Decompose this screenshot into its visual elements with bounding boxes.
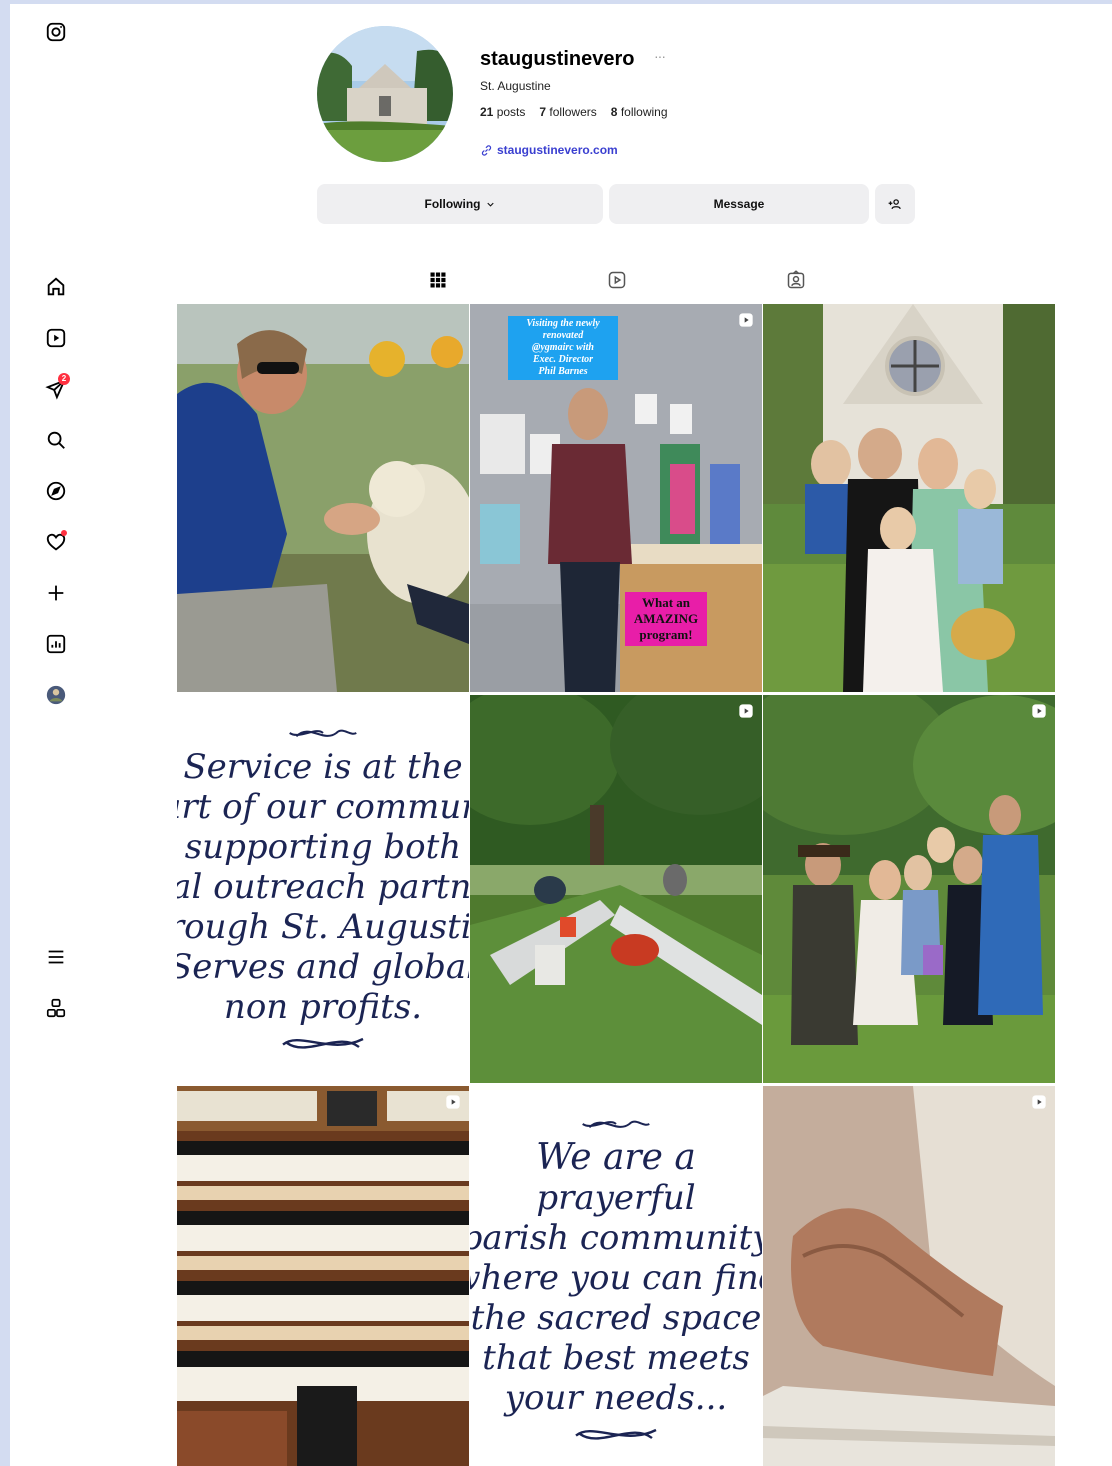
instagram-logo-icon[interactable] xyxy=(43,19,69,45)
profile-picture[interactable] xyxy=(317,26,453,162)
post-text-line: supporting both xyxy=(184,827,462,867)
post-tile[interactable] xyxy=(470,695,762,1083)
post-text-line: the sacred space xyxy=(470,1298,762,1338)
post-caption-overlay: What an AMAZING program! xyxy=(625,592,707,646)
post-text-line: local outreach partners xyxy=(177,867,469,907)
post-text-line: Service is at the xyxy=(183,747,463,787)
post-text-line: parish community xyxy=(470,1218,762,1258)
options-icon[interactable]: ··· xyxy=(654,48,666,64)
reel-icon xyxy=(1032,704,1046,718)
post-text-line: We are a xyxy=(536,1137,696,1178)
notifications-icon[interactable] xyxy=(43,529,69,555)
following-stat[interactable]: 8 following xyxy=(611,105,668,119)
post-image xyxy=(763,1086,1055,1466)
profile-avatar-icon[interactable] xyxy=(43,682,69,708)
post-tile[interactable]: Service is at the heart of our community… xyxy=(177,695,469,1083)
post-text-line: your needs... xyxy=(504,1378,728,1418)
reel-icon xyxy=(1032,1095,1046,1109)
messages-badge: 2 xyxy=(58,373,70,385)
post-tile[interactable] xyxy=(763,304,1055,692)
reel-icon xyxy=(446,1095,460,1109)
posts-grid-icon xyxy=(430,272,446,288)
tab-reels[interactable] xyxy=(587,270,647,306)
sidebar-nav: 2 xyxy=(10,4,106,1466)
create-icon[interactable] xyxy=(43,580,69,606)
post-tile[interactable] xyxy=(763,1086,1055,1466)
explore-icon[interactable] xyxy=(43,478,69,504)
chevron-down-icon xyxy=(486,202,494,207)
reels-tab-icon xyxy=(608,271,626,289)
post-text-line: that best meets xyxy=(482,1338,750,1378)
post-text-line: where you can find xyxy=(470,1258,762,1298)
suggest-people-button[interactable] xyxy=(875,184,915,224)
post-image xyxy=(763,304,1055,692)
tagged-tab-icon xyxy=(787,270,805,289)
post-tile[interactable] xyxy=(763,695,1055,1083)
search-icon[interactable] xyxy=(43,427,69,453)
browser-page: 2 staugustinevero ··· St. Augustine 21 p… xyxy=(10,4,1112,1466)
post-text-line: prayerful xyxy=(536,1178,696,1218)
also-from-meta-icon[interactable] xyxy=(43,995,69,1021)
post-image xyxy=(763,695,1055,1083)
post-text-line: heart of our community xyxy=(177,787,469,827)
tab-tagged[interactable] xyxy=(766,270,826,306)
reels-icon[interactable] xyxy=(43,325,69,351)
post-text-line: through St. Augustine xyxy=(177,907,469,947)
message-button[interactable]: Message xyxy=(609,184,869,224)
post-text-line: Serves and global xyxy=(177,947,469,987)
post-tile[interactable] xyxy=(177,1086,469,1466)
posts-stat: 21 posts xyxy=(480,105,526,119)
menu-icon[interactable] xyxy=(43,944,69,970)
flourish-bottom xyxy=(282,1037,364,1049)
post-image xyxy=(470,695,762,1083)
post-image xyxy=(177,304,469,692)
profile-website-link[interactable]: staugustinevero.com xyxy=(480,143,618,157)
link-icon xyxy=(481,144,492,156)
add-person-icon xyxy=(888,198,901,209)
posts-grid: Visiting the newly renovated @ygmairc wi… xyxy=(177,304,1056,1466)
flourish-bottom xyxy=(575,1428,657,1440)
reel-icon xyxy=(739,704,753,718)
home-icon[interactable] xyxy=(43,274,69,300)
tab-posts[interactable] xyxy=(408,270,468,306)
messages-icon[interactable]: 2 xyxy=(43,373,70,402)
dashboard-icon[interactable] xyxy=(43,631,69,657)
post-tile[interactable]: Visiting the newly renovated @ygmairc wi… xyxy=(470,304,762,692)
reel-icon xyxy=(739,313,753,327)
post-caption-overlay: Visiting the newly renovated @ygmairc wi… xyxy=(508,316,618,380)
flourish-top xyxy=(289,729,357,738)
post-text-line: non profits. xyxy=(223,987,423,1027)
profile-full-name: St. Augustine xyxy=(480,79,551,93)
profile-username: staugustinevero xyxy=(480,48,635,70)
profile-stats: 21 posts 7 followers 8 following xyxy=(480,105,668,119)
post-tile[interactable]: We are a prayerful parish community wher… xyxy=(470,1086,762,1466)
followers-stat[interactable]: 7 followers xyxy=(539,105,596,119)
notifications-dot xyxy=(61,530,67,536)
post-tile[interactable] xyxy=(177,304,469,692)
post-image xyxy=(177,1086,469,1466)
following-button[interactable]: Following xyxy=(317,184,603,224)
flourish-top xyxy=(582,1120,650,1129)
